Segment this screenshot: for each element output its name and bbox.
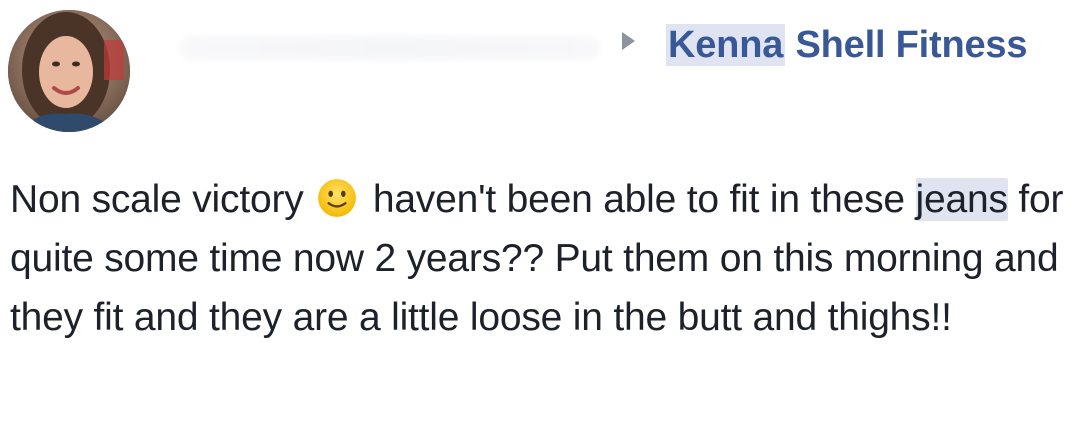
group-name-rest: Shell Fitness	[785, 24, 1028, 66]
group-name-highlighted: Kenna	[666, 24, 786, 66]
post-text-segment-2: haven't been able to fit in these	[362, 178, 916, 221]
post-card: Kenna Shell Fitness Non scale victory ha…	[0, 0, 1084, 426]
group-link[interactable]: Kenna Shell Fitness	[666, 20, 1028, 70]
triangle-right-icon	[622, 32, 635, 50]
post-text: Non scale victory haven't been able to f…	[10, 170, 1070, 347]
profile-photo-icon	[8, 10, 130, 132]
avatar[interactable]	[8, 10, 130, 132]
slightly-smiling-face-emoji-icon	[318, 179, 357, 217]
post-header: Kenna Shell Fitness	[0, 0, 1084, 150]
highlighted-word-jeans[interactable]: jeans	[915, 178, 1008, 221]
author-name-blurred	[180, 36, 600, 60]
post-text-segment-1: Non scale victory	[10, 178, 315, 221]
